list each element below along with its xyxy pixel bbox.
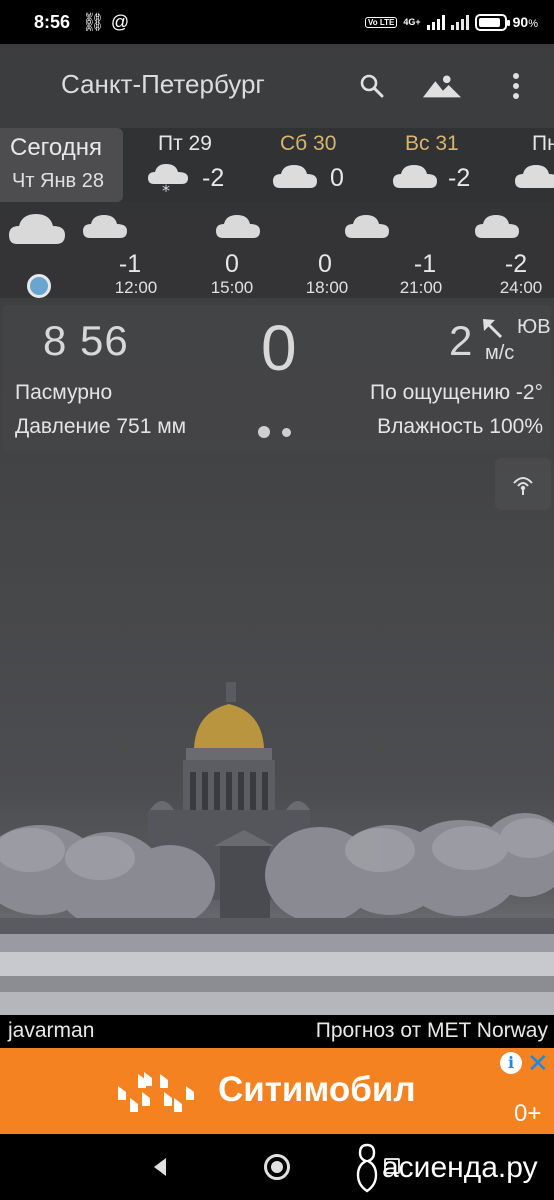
- volte-badge: Vo LTE: [365, 16, 398, 28]
- day-temp: -2: [202, 164, 225, 192]
- network-type: 4G+: [403, 17, 421, 27]
- today-date: Чт Янв 28: [12, 170, 104, 192]
- ad-banner[interactable]: Ситимобил i ✕ 0+: [0, 1048, 554, 1134]
- citymobil-logo-icon: [118, 1072, 194, 1112]
- battery-icon: [474, 13, 510, 31]
- cloud-icon: [515, 165, 554, 188]
- app-bar: Санкт-Петербург: [0, 44, 554, 128]
- ad-age-rating: 0+: [514, 1100, 542, 1127]
- hour-temp: 0: [225, 250, 239, 278]
- search-icon[interactable]: [352, 66, 392, 106]
- hour-time: 21:00: [399, 278, 443, 297]
- hour-time: 18:00: [305, 278, 349, 297]
- status-bar: 8:56 ⛓ @ Vo LTE 4G+ 90%: [0, 0, 554, 44]
- status-time: 8:56: [34, 11, 71, 32]
- cloud-icon: [216, 215, 260, 238]
- today-label: Сегодня: [10, 134, 102, 161]
- watermark: асиенда.ру: [352, 1141, 538, 1195]
- credits-bar: javarman Прогноз от MET Norway: [0, 1015, 554, 1048]
- hour-temp: 0: [318, 250, 332, 278]
- city-title[interactable]: Санкт-Петербург: [61, 69, 265, 100]
- ad-brand: Ситимобил: [218, 1070, 416, 1109]
- signal-icon-2: [450, 14, 469, 30]
- pressure: Давление 751 мм: [15, 415, 187, 438]
- cloud-icon: [345, 215, 389, 238]
- hour-temp: -2: [504, 250, 528, 278]
- day-temp: 0: [330, 164, 344, 192]
- day-item[interactable]: Пн: [512, 128, 554, 202]
- signal-icon: [426, 14, 445, 30]
- at-icon: @: [110, 11, 130, 32]
- forecast-provider[interactable]: Прогноз от MET Norway: [316, 1019, 548, 1043]
- radar-button[interactable]: [495, 458, 551, 510]
- current-temp: 0: [261, 312, 297, 384]
- wind-speed: 2: [449, 317, 473, 364]
- humidity: Влажность 100%: [377, 415, 543, 438]
- cloud-icon: [393, 165, 437, 188]
- day-item[interactable]: Вс 31 -2: [390, 128, 500, 202]
- current-conditions-card[interactable]: 8 56 0 2 ЮВ м/с Пасмурно По ощущению -2°…: [3, 305, 551, 451]
- watermark-text: асиенда.ру: [382, 1151, 538, 1184]
- feels-like: По ощущению -2°: [369, 381, 543, 404]
- wind-unit: м/с: [485, 342, 515, 364]
- photo-author[interactable]: javarman: [8, 1019, 94, 1043]
- watermark-logo-icon: [356, 1143, 378, 1193]
- cloud-icon: [475, 215, 519, 238]
- day-name: Сб 30: [280, 132, 337, 155]
- hour-temp: -1: [413, 250, 437, 278]
- cloud-icon: [9, 214, 65, 244]
- day-item[interactable]: Пт 29 * -2: [140, 128, 250, 202]
- condition-text: Пасмурно: [15, 381, 113, 404]
- hourly-forecast[interactable]: -1 12:00 0 15:00 0 18:00 -1 21:00 -2 24:…: [0, 202, 554, 298]
- day-today[interactable]: Сегодня Чт Янв 28: [0, 128, 123, 202]
- home-icon[interactable]: [264, 1154, 290, 1180]
- radar-icon: [513, 477, 533, 495]
- day-name: Пт 29: [158, 132, 212, 155]
- hour-time: 15:00: [210, 278, 254, 297]
- ad-close-icon[interactable]: ✕: [527, 1048, 549, 1079]
- hour-time: 24:00: [499, 278, 543, 297]
- hour-temp: -1: [118, 250, 142, 278]
- svg-text:*: *: [162, 181, 170, 196]
- battery-percent: 90%: [512, 14, 538, 30]
- wind-direction: ЮВ: [517, 316, 551, 338]
- daily-forecast: Сегодня Чт Янв 28 Пт 29 * -2 Сб 30 0 Вс …: [0, 128, 554, 202]
- page-indicator: [258, 426, 291, 438]
- landscape-icon[interactable]: [422, 66, 462, 106]
- back-icon[interactable]: [150, 1156, 170, 1178]
- cloud-icon: [273, 165, 317, 188]
- wind-arrow-icon: [483, 319, 503, 339]
- day-name: Пн: [532, 132, 554, 155]
- cloud-snow-icon: *: [148, 164, 188, 196]
- link-icon: ⛓: [82, 11, 105, 32]
- ad-info-icon[interactable]: i: [500, 1052, 522, 1074]
- hour-time: 12:00: [114, 278, 158, 297]
- more-vert-icon[interactable]: [496, 66, 536, 106]
- day-temp: -2: [448, 164, 471, 192]
- cloud-icon: [83, 215, 127, 238]
- current-time-marker: [27, 274, 51, 298]
- current-time: 8 56: [43, 317, 129, 364]
- day-item[interactable]: Сб 30 0: [270, 128, 380, 202]
- day-name: Вс 31: [405, 132, 459, 155]
